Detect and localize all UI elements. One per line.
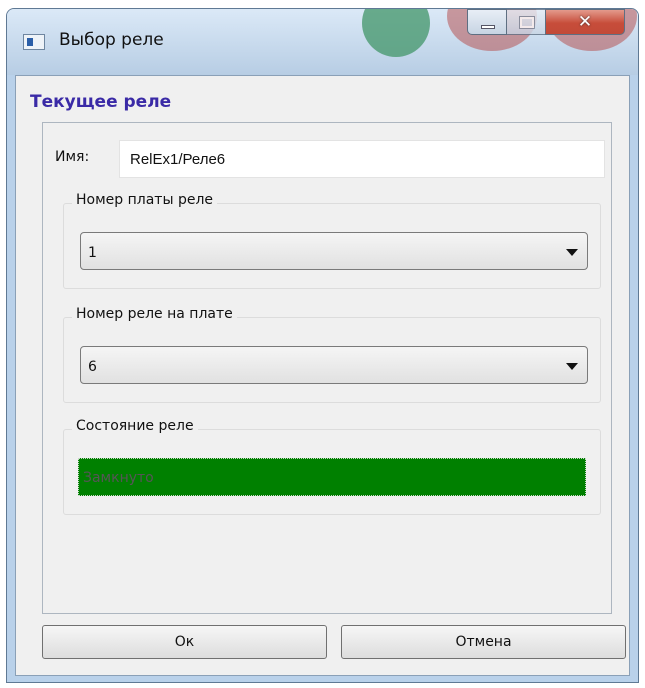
close-button[interactable]: ✕: [545, 9, 625, 35]
maximize-icon: [519, 16, 535, 29]
relay-state-title: Состояние реле: [72, 418, 198, 434]
relay-state-indicator: Замкнуто: [78, 458, 586, 496]
app-icon: [23, 34, 45, 50]
cancel-button[interactable]: Отмена: [341, 625, 626, 659]
board-number-select[interactable]: 1: [80, 232, 588, 270]
title-bar[interactable]: Выбор реле ✕: [7, 9, 638, 75]
maximize-button[interactable]: [506, 9, 546, 35]
section-heading: Текущее реле: [30, 92, 172, 112]
chevron-down-icon: [566, 363, 578, 370]
ok-button[interactable]: Ок: [42, 625, 327, 659]
dialog-body: Текущее реле Имя: RelEx1/Реле6 Номер пла…: [15, 75, 630, 676]
board-number-group: Номер платы реле 1: [63, 192, 601, 289]
minimize-button[interactable]: [467, 9, 507, 35]
close-icon: ✕: [577, 12, 593, 32]
relay-select-window: Выбор реле ✕ Текущее реле Имя: RelEx1/Ре…: [6, 8, 639, 683]
current-relay-group: Имя: RelEx1/Реле6 Номер платы реле 1 Ном…: [42, 122, 612, 614]
name-field[interactable]: RelEx1/Реле6: [119, 140, 605, 178]
relay-number-select[interactable]: 6: [80, 346, 588, 384]
relay-state-value: Замкнуто: [83, 470, 154, 486]
relay-number-value: 6: [88, 359, 97, 375]
board-number-value: 1: [88, 245, 97, 261]
chevron-down-icon: [566, 249, 578, 256]
relay-state-group: Состояние реле Замкнуто: [63, 418, 601, 515]
relay-number-title: Номер реле на плате: [72, 306, 237, 322]
window-title: Выбор реле: [59, 30, 164, 50]
background-blob: [362, 9, 430, 57]
name-label: Имя:: [55, 149, 90, 165]
board-number-title: Номер платы реле: [72, 192, 218, 208]
minimize-icon: [481, 25, 495, 29]
relay-number-group: Номер реле на плате 6: [63, 306, 601, 403]
